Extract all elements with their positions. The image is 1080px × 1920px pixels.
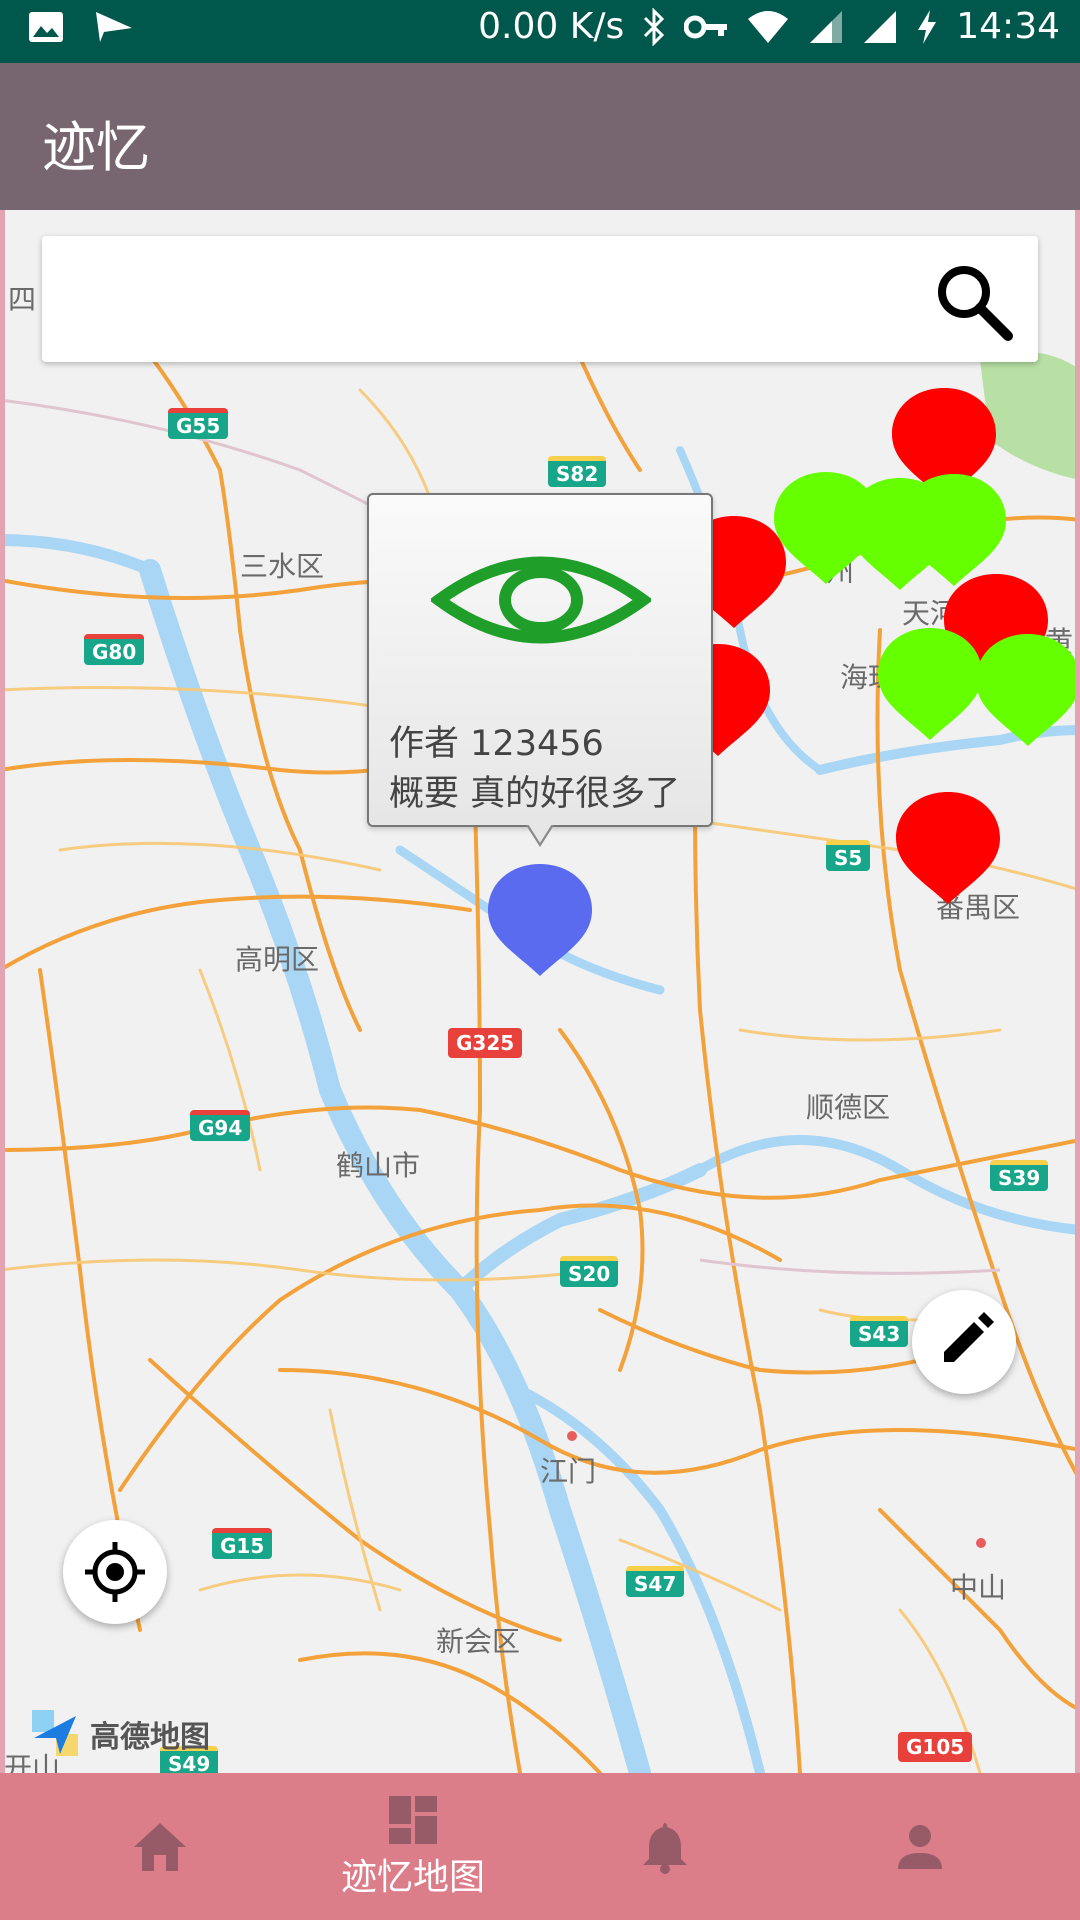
map-provider-name: 高德地图 — [90, 1720, 210, 1755]
image-icon — [29, 12, 63, 42]
bottom-navigation: 迹忆地图 — [0, 1773, 1080, 1920]
nav-map-label: 迹忆地图 — [340, 1856, 485, 1898]
green-marker[interactable] — [976, 634, 1080, 746]
charging-icon — [918, 9, 937, 44]
author-label: 作者 — [389, 724, 460, 764]
app-bar: 迹忆 — [0, 63, 1080, 210]
net-speed: 0.00 K/s — [478, 6, 625, 47]
dashboard-icon — [389, 1795, 437, 1844]
nav-home[interactable] — [25, 1773, 295, 1920]
amap-logo-icon — [32, 1710, 78, 1756]
wifi-icon — [748, 10, 789, 43]
map-provider-logo: 高德地图 — [30, 1708, 210, 1760]
home-icon — [134, 1822, 186, 1871]
marker-info-window[interactable]: 作者 123456 概要 真的好很多了 — [367, 493, 713, 847]
vpn-key-icon — [684, 15, 728, 38]
app-title: 迹忆 — [42, 116, 150, 179]
signal-icon — [810, 10, 843, 43]
send-icon — [96, 12, 132, 42]
edit-icon — [944, 1312, 994, 1362]
search-icon — [938, 266, 1013, 341]
search-input[interactable] — [62, 256, 926, 344]
nav-profile[interactable] — [785, 1773, 1055, 1920]
summary-value: 真的好很多了 — [470, 774, 681, 814]
popup-tail-fill — [528, 824, 552, 843]
edit-button[interactable] — [912, 1290, 1016, 1394]
red-marker[interactable] — [896, 792, 1000, 904]
notifications-icon — [643, 1822, 687, 1874]
status-bar: 0.00 K/s 14:34 — [0, 0, 1080, 63]
summary-line: 概要 真的好很多了 — [389, 765, 680, 816]
clock: 14:34 — [956, 6, 1060, 47]
bluetooth-icon — [644, 7, 665, 46]
selected-marker[interactable] — [488, 864, 592, 976]
nav-notifications[interactable] — [530, 1773, 800, 1920]
summary-label: 概要 — [389, 774, 460, 814]
my-location-icon — [85, 1542, 145, 1602]
my-location-button[interactable] — [63, 1520, 167, 1624]
person-icon — [898, 1824, 942, 1869]
eye-icon — [431, 556, 651, 644]
nav-map[interactable]: 迹忆地图 — [278, 1773, 548, 1920]
search-bar — [42, 236, 1038, 362]
author-value: 123456 — [470, 724, 604, 764]
map-border-right — [1075, 210, 1080, 1773]
map-border-left — [0, 210, 5, 1773]
green-marker[interactable] — [878, 628, 982, 740]
signal-icon — [864, 10, 897, 43]
search-button[interactable] — [930, 258, 1016, 344]
author-line: 作者 123456 — [389, 715, 604, 766]
